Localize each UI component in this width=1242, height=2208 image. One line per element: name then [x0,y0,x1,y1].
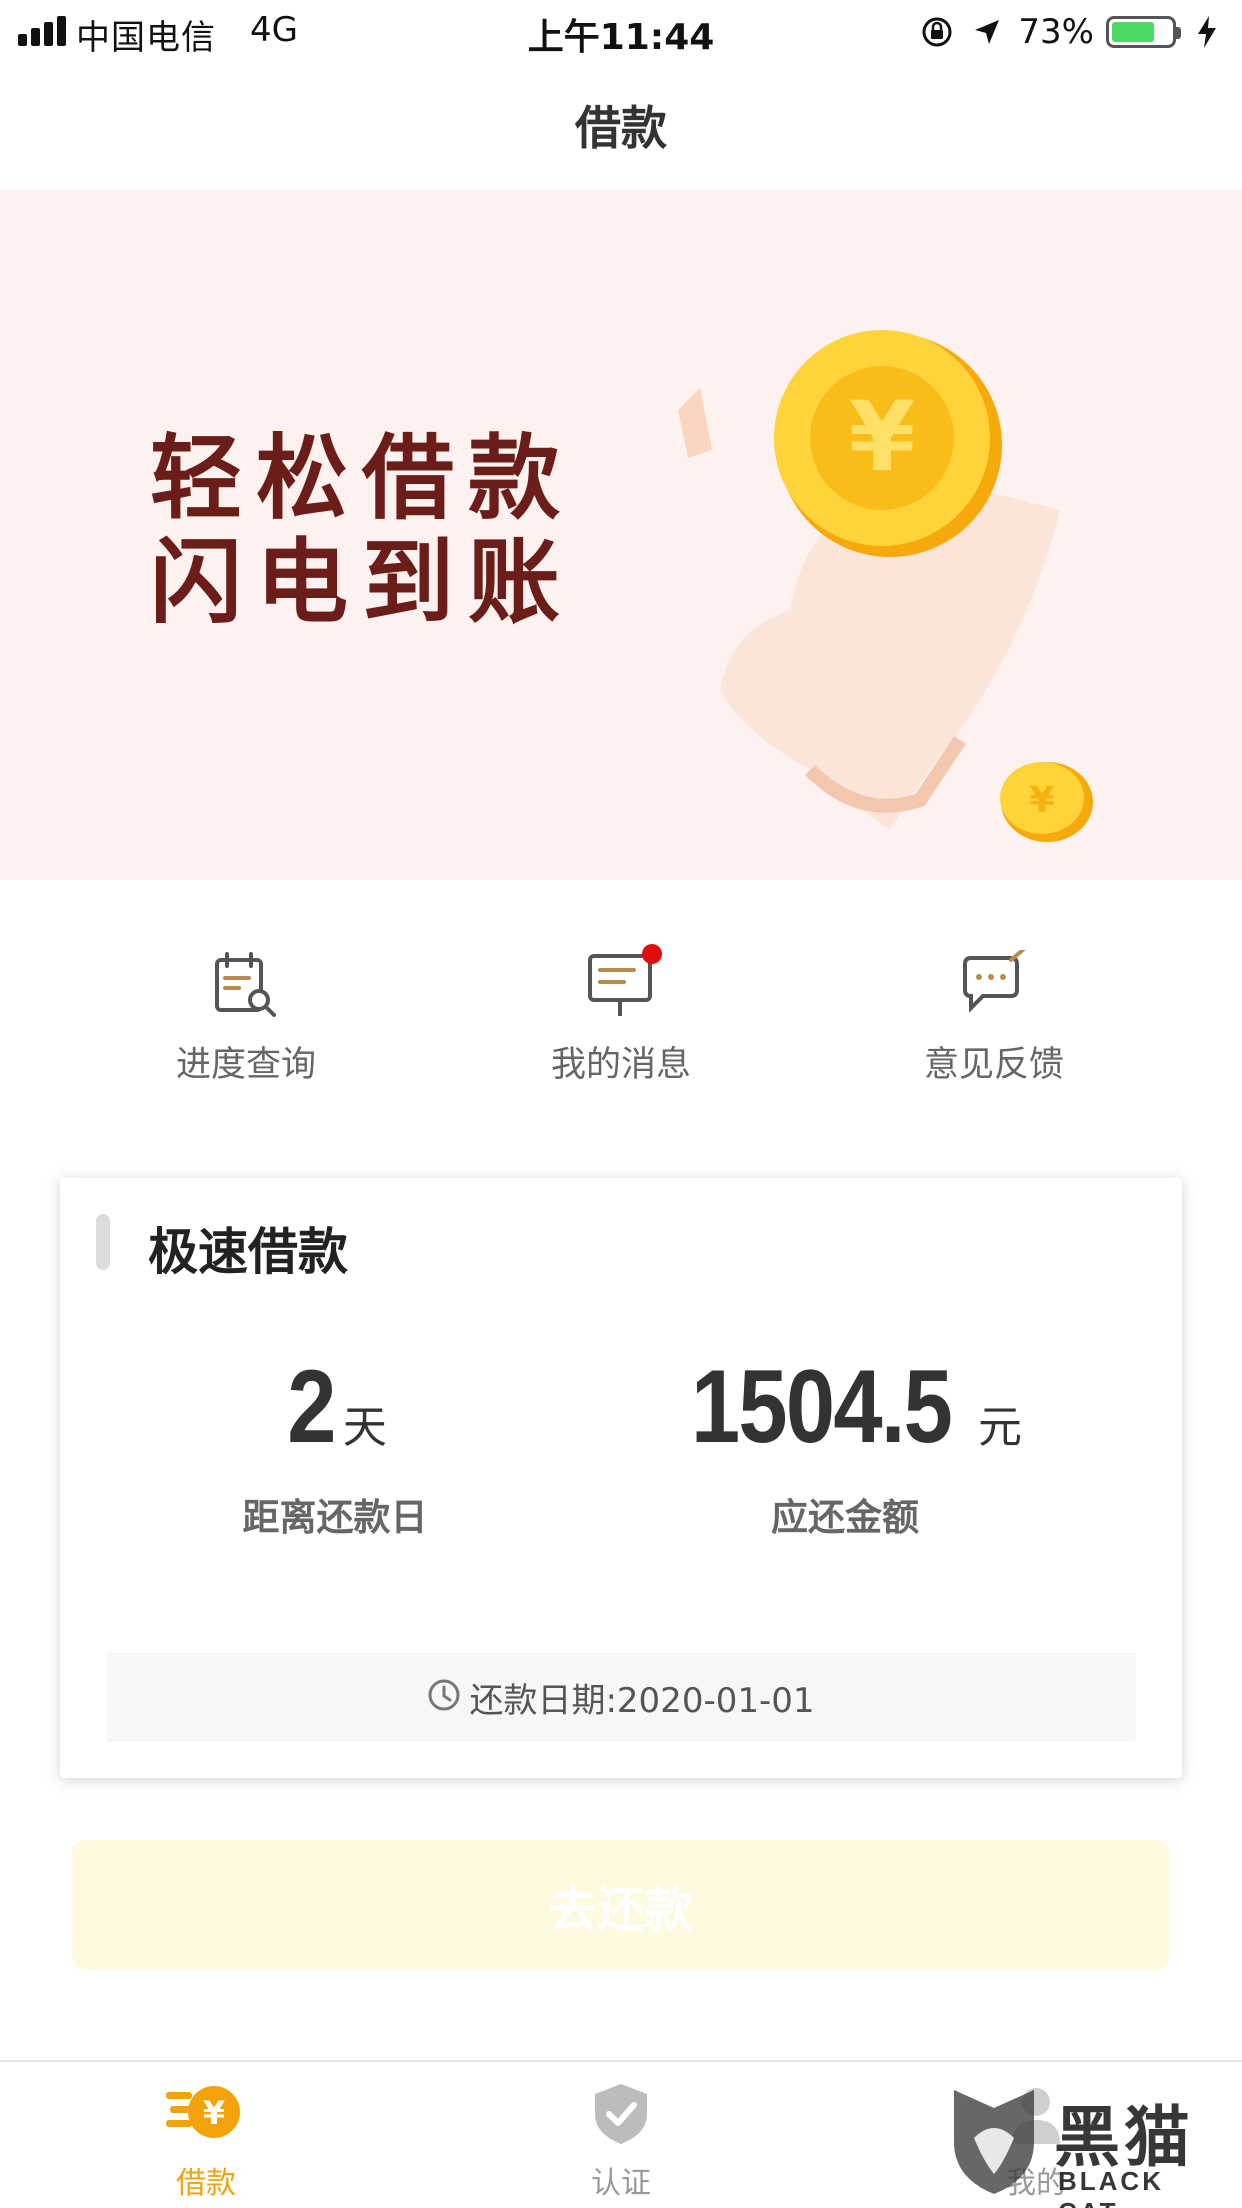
amount-unit: 元 [978,1402,1023,1453]
page-title: 借款 [575,101,667,155]
banner-slogan: 轻松借款 闪电到账 [150,426,574,634]
tab-label: 认证 [591,2166,651,2201]
days-unit: 天 [342,1402,387,1453]
card-title: 极速借款 [148,1223,348,1281]
battery-percent: 73% [1018,12,1094,52]
unread-badge [642,944,662,964]
promo-banner[interactable]: 轻松借款 闪电到账 ¥ ¥ [0,190,1242,880]
shield-check-icon [581,2082,661,2146]
amount-label: 应还金额 [771,1496,919,1539]
yuan-coins-icon: ¥ [166,2082,246,2146]
clock-icon [427,1678,461,1716]
battery-icon [1106,16,1181,48]
tab-bar: ¥ 借款 认证 我的 黑猫 BLACK CAT [0,2060,1242,2208]
quick-actions: 进度查询 我的消息 意见反馈 [0,944,1242,1100]
status-bar: 中国电信 4G 上午11:44 73% [0,0,1242,64]
svg-text:¥: ¥ [203,2094,225,2132]
black-cat-watermark: 黑猫 BLACK CAT [944,2082,1234,2208]
watermark-en: BLACK CAT [1058,2166,1164,2208]
amount-value: 1504.5 [690,1349,953,1465]
days-value: 2 [287,1349,336,1465]
days-label: 距离还款日 [242,1496,428,1539]
tab-loan[interactable]: ¥ 借款 [76,2082,336,2208]
quick-action-messages[interactable]: 我的消息 [491,944,751,1100]
banner-line-2: 闪电到账 [150,528,575,636]
svg-text:¥: ¥ [849,381,916,493]
quick-action-label: 意见反馈 [923,1045,1064,1085]
black-cat-logo-icon [954,2090,1034,2194]
rotation-lock-icon [918,13,956,51]
quick-action-progress[interactable]: 进度查询 [116,950,376,1100]
location-arrow-icon [968,13,1006,51]
status-indicators: 73% [918,8,1226,56]
clipboard-search-icon [211,950,281,1020]
tab-verify[interactable]: 认证 [491,2082,751,2208]
banner-line-1: 轻松借款 [150,424,575,532]
message-board-icon [586,944,662,1020]
coin-illustration: ¥ ¥ [678,330,1093,842]
tab-label: 借款 [176,2166,236,2201]
quick-action-label: 我的消息 [550,1045,691,1085]
days-to-due: 2天 距离还款日 [110,1348,560,1541]
quick-action-label: 进度查询 [175,1045,316,1085]
feedback-chat-icon [959,946,1029,1020]
quick-action-feedback[interactable]: 意见反馈 [864,946,1124,1100]
svg-text:¥: ¥ [1029,780,1054,821]
amount-due: 1504.5 元 应还金额 [620,1348,1070,1541]
due-date-bar: 还款日期:2020-01-01 [106,1652,1136,1742]
charging-bolt-icon [1188,13,1226,51]
repay-button[interactable]: 去还款 [72,1840,1170,1970]
loan-card: 极速借款 2天 距离还款日 1504.5 元 应还金额 还款日期:2020-01-… [60,1178,1182,1778]
card-title-marker [96,1214,110,1270]
due-date-text: 还款日期:2020-01-01 [469,1680,815,1721]
